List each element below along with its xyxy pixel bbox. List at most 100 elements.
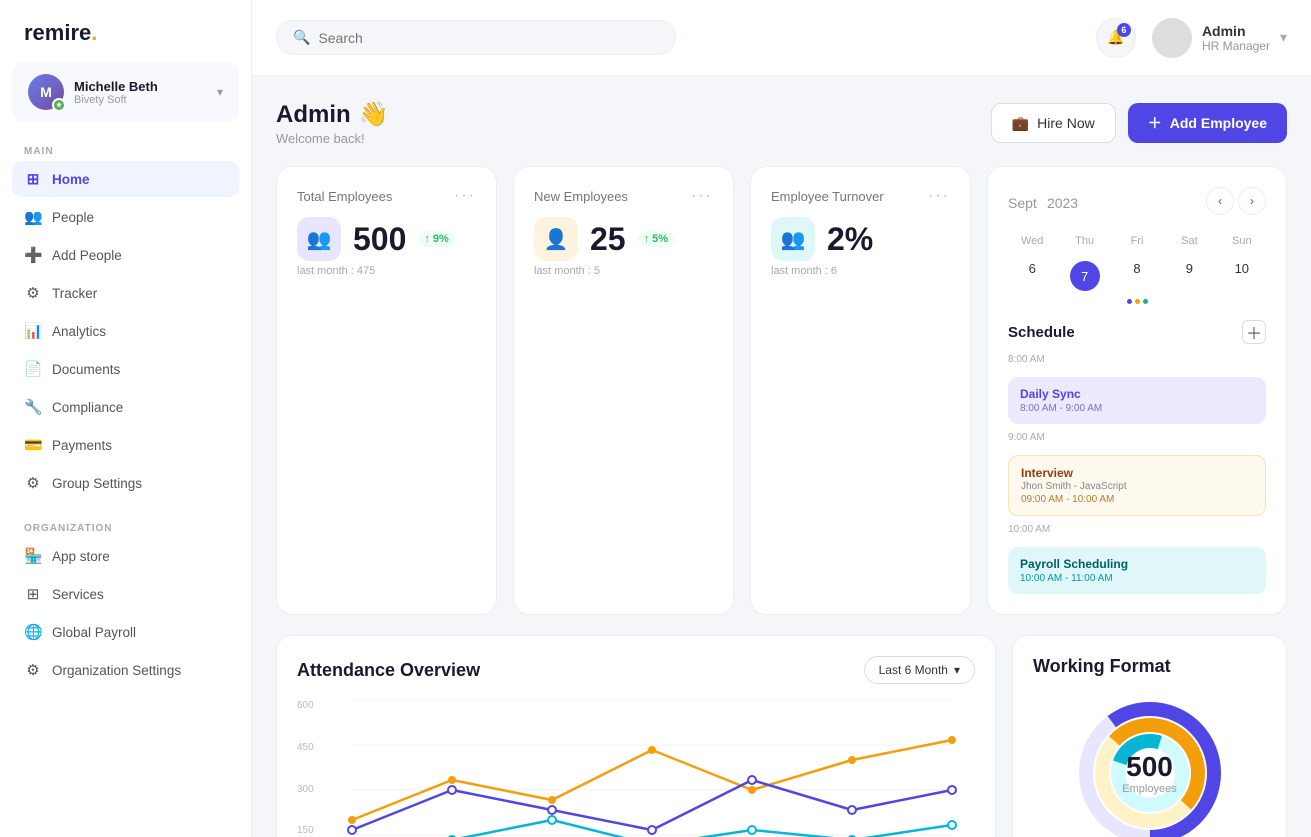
sidebar-item-group-settings[interactable]: ⚙ Group Settings	[12, 465, 239, 501]
sidebar-item-label: Tracker	[52, 286, 97, 301]
event-title: Payroll Scheduling	[1020, 557, 1254, 571]
analytics-icon: 📊	[24, 322, 42, 340]
main-content: 🔍 🔔 6 Admin HR Manager ▾	[252, 0, 1311, 837]
schedule-event-payroll[interactable]: Payroll Scheduling 10:00 AM - 11:00 AM	[1008, 547, 1266, 594]
event-time: 09:00 AM - 10:00 AM	[1021, 494, 1253, 505]
stat-sub: last month : 5	[534, 265, 713, 277]
sidebar-user[interactable]: M ★ Michelle Beth Bivety Soft ▾	[12, 62, 239, 122]
donut-value: 500	[1122, 751, 1176, 783]
cal-day-header: Sun	[1218, 231, 1266, 251]
sidebar-item-label: Global Payroll	[52, 625, 136, 640]
compliance-icon: 🔧	[24, 398, 42, 416]
donut-center: 500 Employees	[1122, 751, 1176, 795]
home-icon: ⊞	[24, 170, 42, 188]
chart-svg	[329, 700, 975, 837]
chart-header: Attendance Overview Last 6 Month ▾	[297, 656, 975, 684]
search-box[interactable]: 🔍	[276, 20, 676, 55]
sidebar-item-label: Compliance	[52, 400, 123, 415]
stat-card-turnover: Employee Turnover ··· 👥 2% last month : …	[750, 166, 971, 615]
schedule-event-interview[interactable]: Interview Jhon Smith - JavaScript 09:00 …	[1008, 455, 1266, 516]
sidebar-item-documents[interactable]: 📄 Documents	[12, 351, 239, 387]
calendar-prev-button[interactable]: ‹	[1206, 187, 1234, 215]
stat-badge: ↑ 9%	[418, 231, 454, 247]
sidebar-item-label: Group Settings	[52, 476, 142, 491]
calendar-nav: ‹ ›	[1206, 187, 1266, 215]
sidebar-item-people[interactable]: 👥 People	[12, 199, 239, 235]
sidebar-item-label: Documents	[52, 362, 120, 377]
cal-day-header: Thu	[1060, 231, 1108, 251]
middle-row: Attendance Overview Last 6 Month ▾ 600 4…	[276, 635, 1287, 837]
sidebar-item-global-payroll[interactable]: 🌐 Global Payroll	[12, 614, 239, 650]
chart-filter-button[interactable]: Last 6 Month ▾	[864, 656, 975, 684]
notifications-button[interactable]: 🔔 6	[1096, 18, 1136, 58]
stat-value: 25	[590, 221, 626, 258]
event-title: Interview	[1021, 466, 1253, 480]
stat-menu-icon[interactable]: ···	[928, 187, 950, 205]
people-icon: 👥	[24, 208, 42, 226]
sidebar-item-app-store[interactable]: 🏪 App store	[12, 538, 239, 574]
documents-icon: 📄	[24, 360, 42, 378]
topbar-user[interactable]: Admin HR Manager ▾	[1152, 18, 1287, 58]
chart-title: Attendance Overview	[297, 660, 480, 681]
cal-day-header: Fri	[1113, 231, 1161, 251]
attendance-card: Attendance Overview Last 6 Month ▾ 600 4…	[276, 635, 996, 837]
sidebar-item-label: People	[52, 210, 94, 225]
add-people-icon: ➕	[24, 246, 42, 264]
sidebar-item-org-settings[interactable]: ⚙ Organization Settings	[12, 652, 239, 688]
stat-menu-icon[interactable]: ···	[454, 187, 476, 205]
sidebar-item-tracker[interactable]: ⚙ Tracker	[12, 275, 239, 311]
topbar-user-info: Admin HR Manager	[1202, 23, 1270, 53]
schedule-event-daily-sync[interactable]: Daily Sync 8:00 AM - 9:00 AM	[1008, 377, 1266, 424]
format-title: Working Format	[1033, 656, 1266, 677]
logo-text: remire.	[24, 20, 97, 45]
sidebar-item-label: Add People	[52, 248, 122, 263]
event-subtitle: Jhon Smith - JavaScript	[1021, 481, 1253, 492]
logo-dot: .	[91, 20, 97, 45]
stats-row: Total Employees ··· 👥 500 ↑ 9% last mont…	[276, 166, 1287, 615]
hire-now-button[interactable]: 💼 Hire Now	[991, 103, 1116, 143]
chart-y-labels: 600 450 300 150 0	[297, 700, 314, 837]
cal-day-header: Sat	[1165, 231, 1213, 251]
stat-sub: last month : 475	[297, 265, 476, 277]
add-employee-button[interactable]: ＋ Add Employee	[1128, 103, 1287, 143]
sidebar-user-company: Bivety Soft	[74, 94, 207, 106]
sidebar-item-add-people[interactable]: ➕ Add People	[12, 237, 239, 273]
stat-menu-icon[interactable]: ···	[691, 187, 713, 205]
stat-title: Employee Turnover	[771, 189, 884, 204]
calendar-next-button[interactable]: ›	[1238, 187, 1266, 215]
sidebar-item-label: Organization Settings	[52, 663, 181, 678]
cal-date-8[interactable]: 8	[1113, 255, 1161, 297]
search-icon: 🔍	[293, 29, 310, 46]
sidebar-item-compliance[interactable]: 🔧 Compliance	[12, 389, 239, 425]
sidebar-user-info: Michelle Beth Bivety Soft	[74, 79, 207, 106]
sidebar-item-home[interactable]: ⊞ Home	[12, 161, 239, 197]
cal-date-7[interactable]: 7	[1060, 255, 1108, 297]
sidebar-section-org: ORGANIZATION	[0, 515, 251, 538]
calendar-days: Wed Thu Fri Sat Sun 6 7 8 9 10	[1008, 231, 1266, 297]
topbar-avatar	[1152, 18, 1192, 58]
stat-sub: last month : 6	[771, 265, 950, 277]
sidebar-item-analytics[interactable]: 📊 Analytics	[12, 313, 239, 349]
stat-card-header: Total Employees ···	[297, 187, 476, 205]
sidebar-item-label: App store	[52, 549, 110, 564]
cal-date-6[interactable]: 6	[1008, 255, 1056, 297]
avatar-badge: ★	[52, 98, 66, 112]
search-input[interactable]	[318, 30, 659, 46]
page-title-group: Admin 👋 Welcome back!	[276, 100, 389, 146]
donut-label: Employees	[1122, 783, 1176, 795]
sidebar-item-payments[interactable]: 💳 Payments	[12, 427, 239, 463]
calendar-header: Sept 2023 ‹ ›	[1008, 187, 1266, 215]
event-time: 10:00 AM - 11:00 AM	[1020, 573, 1254, 584]
app-store-icon: 🏪	[24, 547, 42, 565]
cal-date-9[interactable]: 9	[1165, 255, 1213, 297]
payments-icon: 💳	[24, 436, 42, 454]
donut-container: 500 Employees	[1033, 693, 1266, 837]
services-icon: ⊞	[24, 585, 42, 603]
sidebar-section-main: MAIN	[0, 138, 251, 161]
cal-date-10[interactable]: 10	[1218, 255, 1266, 297]
briefcase-icon: 💼	[1012, 115, 1029, 132]
sidebar-item-label: Home	[52, 172, 90, 187]
page-content: Admin 👋 Welcome back! 💼 Hire Now ＋ Add E…	[252, 76, 1311, 837]
schedule-add-button[interactable]: ＋	[1242, 320, 1266, 344]
sidebar-item-services[interactable]: ⊞ Services	[12, 576, 239, 612]
